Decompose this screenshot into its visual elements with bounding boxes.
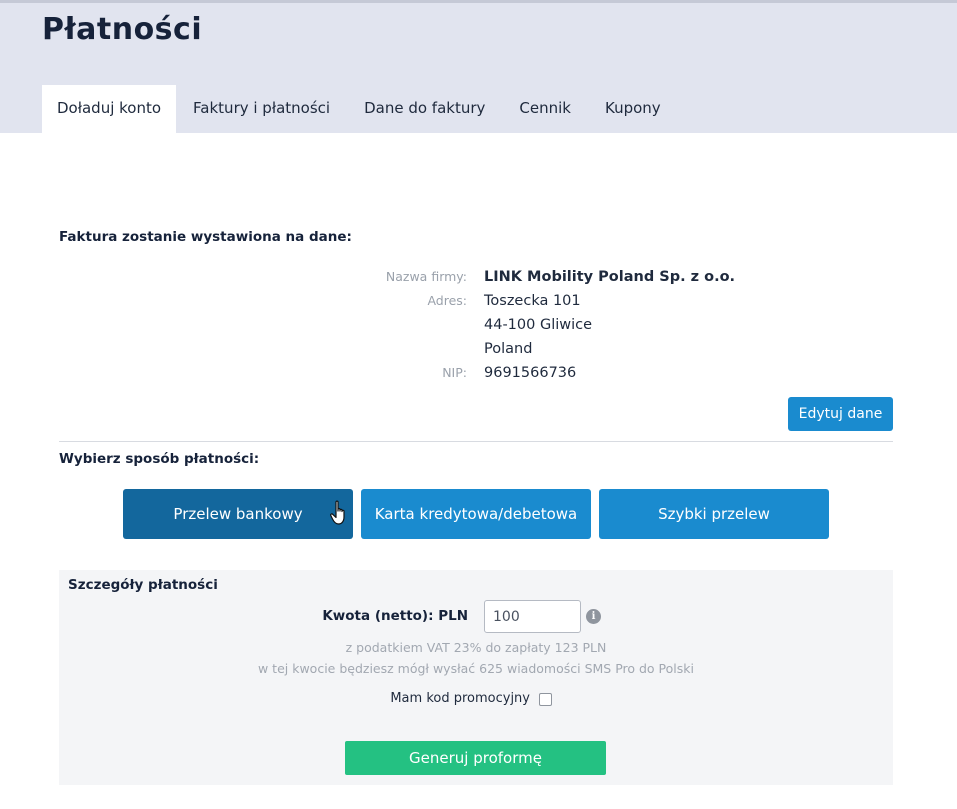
address-line-city: 44-100 Gliwice: [484, 317, 593, 333]
promo-code-label: Mam kod promocyjny: [390, 691, 530, 706]
company-label: Nazwa firmy:: [385, 269, 467, 284]
info-circle-icon[interactable]: i: [586, 609, 601, 624]
page-title: Płatności: [42, 12, 203, 47]
tab-kupony[interactable]: Kupony: [588, 85, 678, 133]
payment-method-fast-transfer[interactable]: Szybki przelew: [599, 489, 829, 539]
address-line-street: Toszecka 101: [484, 293, 581, 309]
hand-pointer-icon: [330, 500, 345, 525]
payment-method-card[interactable]: Karta kredytowa/debetowa: [361, 489, 591, 539]
selected-method-pointer: [223, 539, 289, 570]
nip-row: NIP: 9691566736: [0, 365, 957, 389]
page-header: Płatności Doładuj konto Faktury i płatno…: [0, 0, 957, 133]
amount-input[interactable]: [484, 600, 581, 633]
company-row: Nazwa firmy: LINK Mobility Poland Sp. z …: [0, 269, 957, 293]
nip-value: 9691566736: [484, 365, 577, 381]
tab-bar: Doładuj konto Faktury i płatności Dane d…: [42, 85, 678, 133]
edit-data-button[interactable]: Edytuj dane: [788, 397, 893, 431]
address-label: Adres:: [427, 293, 467, 308]
sms-note: w tej kwocie będziesz mógł wysłać 625 wi…: [257, 661, 694, 676]
company-value: LINK Mobility Poland Sp. z o.o.: [484, 269, 736, 285]
tab-cennik[interactable]: Cennik: [502, 85, 588, 133]
tab-faktury-i-platnosci[interactable]: Faktury i płatności: [176, 85, 347, 133]
vat-note: z podatkiem VAT 23% do zapłaty 123 PLN: [345, 640, 607, 655]
section-divider: [59, 441, 893, 442]
address-row-city: 44-100 Gliwice: [0, 317, 957, 341]
address-line-country: Poland: [484, 341, 533, 357]
tab-doladuj-konto[interactable]: Doładuj konto: [42, 85, 177, 133]
address-row: Adres: Toszecka 101: [0, 293, 957, 317]
nip-label: NIP:: [442, 365, 467, 380]
top-strip: [0, 0, 957, 3]
payment-method-bank-transfer[interactable]: Przelew bankowy: [123, 489, 353, 539]
payment-method-heading: Wybierz sposób płatności:: [59, 451, 260, 467]
promo-code-checkbox[interactable]: [539, 693, 552, 706]
address-row-country: Poland: [0, 341, 957, 365]
payment-details-title: Szczegóły płatności: [68, 577, 218, 593]
invoice-heading: Faktura zostanie wystawiona na dane:: [59, 229, 352, 245]
amount-label: Kwota (netto): PLN: [322, 608, 468, 624]
tab-dane-do-faktury[interactable]: Dane do faktury: [347, 85, 502, 133]
generate-proforma-button[interactable]: Generuj proformę: [345, 741, 606, 775]
